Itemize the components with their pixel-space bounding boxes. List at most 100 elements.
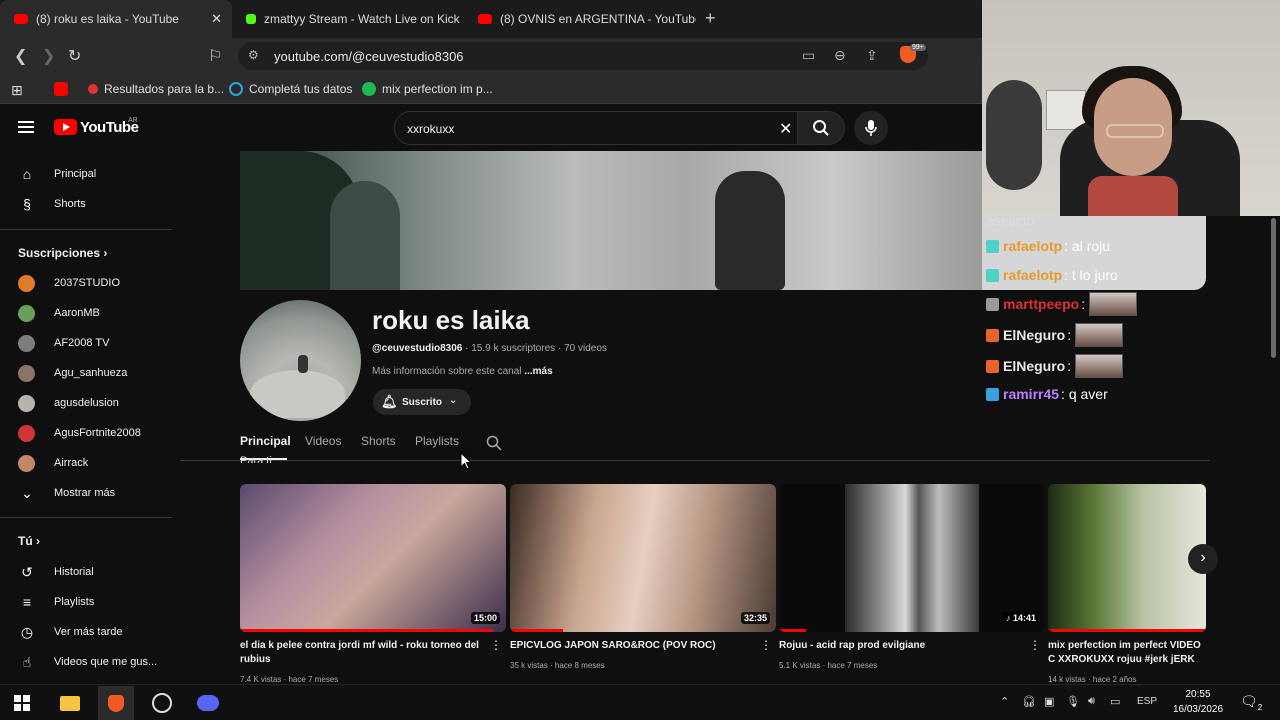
sidebar-subscription-item[interactable]: AF2008 TV — [0, 328, 172, 358]
windows-start-icon[interactable] — [10, 691, 34, 715]
chat-username[interactable]: ramirr45 — [1003, 386, 1059, 402]
channel-search-icon[interactable] — [486, 435, 502, 451]
share-icon[interactable]: ⇪ — [866, 47, 878, 64]
back-arrow-icon[interactable]: ❮ — [14, 46, 27, 66]
forward-arrow-icon[interactable]: ❯ — [42, 46, 55, 66]
tab-shorts[interactable]: Shorts — [361, 434, 396, 448]
sidebar-subscription-item[interactable]: AaronMB — [0, 298, 172, 328]
tray-app-icon[interactable]: ▣ — [1044, 695, 1054, 708]
cast-icon[interactable]: ▭ — [802, 47, 815, 64]
chat-username[interactable]: rafaelotp — [1003, 267, 1062, 283]
search-input[interactable]: xxrokuxx ✕ — [394, 111, 798, 145]
sidebar-item-historial[interactable]: ↺ Historial — [0, 557, 172, 587]
sidebar-item-liked-videos[interactable]: ☝ Videos que me gus... — [0, 647, 172, 677]
clock[interactable]: 20:55 16/03/2026 — [1162, 687, 1234, 717]
discord-icon[interactable] — [196, 691, 220, 715]
video-card[interactable]: mix perfection im perfect VIDEO C XXROKU… — [1048, 484, 1206, 684]
file-explorer-icon[interactable] — [58, 691, 82, 715]
sidebar-subscription-item[interactable]: agusdelusion — [0, 388, 172, 418]
sidebar-subscription-item[interactable]: 2037STUDIO — [0, 268, 172, 298]
chat-username[interactable]: rafaelotp — [1003, 238, 1062, 254]
video-title[interactable]: mix perfection im perfect VIDEO C XXROKU… — [1048, 639, 1206, 667]
youtube-logo-icon[interactable] — [54, 119, 77, 135]
spotify-icon — [362, 82, 376, 96]
tab-principal[interactable]: Principal — [240, 434, 291, 448]
video-card[interactable]: 32:35 EPICVLOG JAPON SARO&ROC (POV ROC) … — [510, 484, 776, 670]
video-card[interactable]: ♪ 14:41 Rojuu - acid rap prod evilgiane … — [779, 484, 1045, 670]
reload-icon[interactable]: ↻ — [68, 46, 81, 66]
chat-username[interactable]: ElNeguro — [1003, 327, 1065, 343]
apps-grid-icon[interactable]: ⊞ — [11, 82, 23, 99]
search-button[interactable] — [797, 111, 845, 145]
banner-tree-shape — [330, 181, 400, 290]
headset-icon[interactable]: 🎧︎ — [1022, 695, 1036, 708]
menu-icon[interactable] — [18, 121, 34, 133]
voice-search-button[interactable] — [854, 111, 888, 145]
channel-avatar — [18, 334, 35, 352]
video-title[interactable]: Rojuu - acid rap prod evilgiane — [779, 639, 1027, 653]
channel-more-info[interactable]: Más información sobre este canal ...más — [372, 366, 553, 377]
microphone-tray-icon[interactable]: 🎙︎ — [1066, 695, 1080, 708]
more-options-icon[interactable]: ⋮ — [1029, 638, 1041, 652]
more-link[interactable]: ...más — [524, 366, 552, 377]
show-more-button[interactable]: ⌄ Mostrar más — [0, 478, 172, 508]
search-value[interactable]: xxrokuxx — [407, 122, 454, 136]
sidebar-subscription-item[interactable]: AgusFortnite2008 — [0, 418, 172, 448]
language-indicator[interactable]: ESP — [1137, 696, 1157, 707]
you-header[interactable]: Tú › — [18, 534, 40, 548]
watch-progress-bar — [510, 629, 564, 632]
video-thumbnail[interactable]: 32:35 — [510, 484, 776, 632]
page-scrollbar[interactable] — [1268, 216, 1280, 684]
brave-browser-icon[interactable] — [98, 686, 134, 720]
playlist-icon: ≡ — [22, 594, 32, 610]
channel-avatar[interactable] — [240, 300, 361, 421]
notifications-icon[interactable]: 🗨︎2 — [1240, 693, 1262, 712]
carousel-next-button[interactable]: › — [1188, 544, 1218, 574]
close-icon[interactable]: ✕ — [211, 11, 222, 27]
tab-youtube-ovnis[interactable]: (8) OVNIS en ARGENTINA - YouTube — [464, 0, 696, 38]
thumbnail-photo-shape — [845, 484, 979, 632]
bookmark-mix[interactable]: mix perfection im p... — [362, 82, 493, 96]
subscriptions-header[interactable]: Suscripciones › — [18, 246, 107, 260]
video-title[interactable]: EPICVLOG JAPON SARO&ROC (POV ROC) — [510, 639, 758, 653]
video-meta: 14 k vistas · hace 2 años — [1048, 675, 1137, 684]
tab-youtube-roku[interactable]: (8) roku es laika - YouTube ✕ — [0, 0, 232, 38]
chat-username[interactable]: marttpeepo — [1003, 296, 1079, 312]
video-thumbnail[interactable] — [1048, 484, 1206, 632]
chat-username[interactable]: asesino — [986, 212, 1034, 228]
sidebar-subscription-item[interactable]: Agu_sanhueza — [0, 358, 172, 388]
chevron-down-icon: ⌄ — [21, 484, 33, 501]
tab-playlists[interactable]: Playlists — [415, 434, 459, 448]
sidebar-item-principal[interactable]: ⌂ Principal — [0, 159, 172, 189]
sidebar-item-shorts[interactable]: § Shorts — [0, 189, 172, 219]
divider — [0, 229, 172, 230]
clear-search-icon[interactable]: ✕ — [779, 119, 792, 139]
tab-videos[interactable]: Videos — [305, 434, 341, 448]
video-thumbnail[interactable]: 15:00 — [240, 484, 506, 632]
sidebar-item-ver-mas-tarde[interactable]: ◷ Ver más tarde — [0, 617, 172, 647]
network-icon[interactable]: ▭ — [1110, 695, 1120, 708]
bookmark-resultados[interactable]: Resultados para la b... — [88, 82, 224, 96]
bookmark-youtube[interactable] — [54, 82, 74, 96]
new-tab-plus-icon[interactable]: + — [705, 8, 716, 29]
scrollbar-thumb[interactable] — [1271, 218, 1276, 358]
bookmark-completa[interactable]: Completá tus datos — [229, 82, 352, 96]
sidebar-item-playlists[interactable]: ≡ Playlists — [0, 587, 172, 617]
speaker-icon[interactable]: 🔊︎ — [1088, 695, 1095, 708]
more-options-icon[interactable]: ⋮ — [760, 638, 772, 652]
sidebar-subscription-item[interactable]: Airrack — [0, 448, 172, 478]
site-settings-icon[interactable]: ⚙ — [248, 48, 259, 62]
obs-icon[interactable] — [150, 691, 174, 715]
video-thumbnail[interactable]: ♪ 14:41 — [779, 484, 1045, 632]
video-card[interactable]: 15:00 el dia k pelee contra jordi mf wil… — [240, 484, 506, 684]
url-text[interactable]: youtube.com/@ceuvestudio8306 — [274, 49, 464, 64]
zoom-icon[interactable]: ⊖ — [834, 47, 846, 64]
more-options-icon[interactable]: ⋮ — [490, 638, 502, 652]
address-bar[interactable]: ⚙ youtube.com/@ceuvestudio8306 ▭ ⊖ ⇪ — [238, 42, 928, 70]
tray-chevron-up-icon[interactable]: ⌃ — [1000, 695, 1009, 708]
bookmark-icon[interactable]: ⚐ — [208, 46, 222, 66]
video-title[interactable]: el dia k pelee contra jordi mf wild - ro… — [240, 639, 488, 667]
tab-kick-stream[interactable]: zmattyy Stream - Watch Live on Kick — [232, 0, 468, 38]
chat-username[interactable]: ElNeguro — [1003, 358, 1065, 374]
subscribed-button[interactable]: 🔔︎ Suscrito ⌄ — [373, 389, 471, 415]
